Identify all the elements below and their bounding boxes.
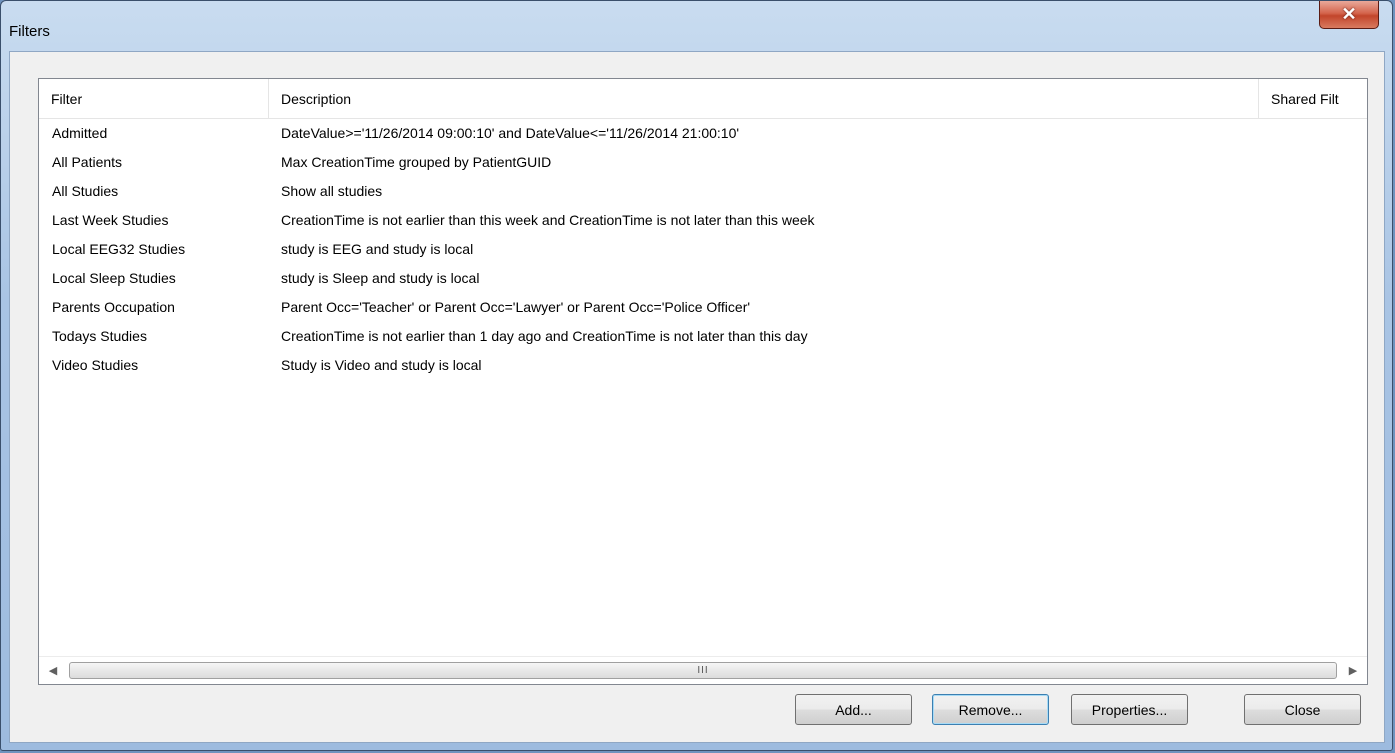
list-item[interactable]: All Patients Max CreationTime grouped by… (39, 148, 1367, 177)
column-header-description[interactable]: Description (268, 79, 1258, 118)
horizontal-scrollbar[interactable]: ◀ III ▶ (39, 656, 1367, 684)
filters-dialog: Filters ✕ Filter Description Shared Filt… (0, 0, 1393, 751)
filter-name: Local EEG32 Studies (52, 241, 186, 257)
filter-description: Show all studies (281, 183, 383, 199)
list-item[interactable]: Local EEG32 Studies study is EEG and stu… (39, 235, 1367, 264)
filter-name: Last Week Studies (52, 212, 169, 228)
filter-description: DateValue>='11/26/2014 09:00:10' and Dat… (281, 125, 740, 141)
grip-icon: III (697, 665, 709, 676)
remove-button[interactable]: Remove... (932, 694, 1049, 725)
list-item[interactable]: All Studies Show all studies (39, 177, 1367, 206)
filters-list[interactable]: Filter Description Shared Filt Admitted … (38, 78, 1368, 685)
list-item[interactable]: Admitted DateValue>='11/26/2014 09:00:10… (39, 119, 1367, 148)
title-bar: Filters ✕ (1, 1, 1392, 51)
list-item[interactable]: Local Sleep Studies study is Sleep and s… (39, 264, 1367, 293)
filter-name: All Patients (52, 154, 123, 170)
filter-name: Todays Studies (52, 328, 147, 344)
filter-name: All Studies (52, 183, 119, 199)
close-button[interactable]: Close (1244, 694, 1361, 725)
filter-description: CreationTime is not earlier than 1 day a… (281, 328, 808, 344)
scroll-left-icon[interactable]: ◀ (39, 657, 67, 684)
filter-description: study is EEG and study is local (281, 241, 474, 257)
properties-button[interactable]: Properties... (1071, 694, 1188, 725)
list-item[interactable]: Last Week Studies CreationTime is not ea… (39, 206, 1367, 235)
filter-name: Video Studies (52, 357, 139, 373)
close-window-button[interactable]: ✕ (1319, 1, 1379, 29)
filter-name: Local Sleep Studies (52, 270, 176, 286)
filter-description: Max CreationTime grouped by PatientGUID (281, 154, 552, 170)
filter-description: Study is Video and study is local (281, 357, 482, 373)
column-header-shared-filter[interactable]: Shared Filt (1258, 79, 1367, 118)
column-header-filter[interactable]: Filter (39, 79, 268, 118)
list-header: Filter Description Shared Filt (39, 79, 1367, 119)
filter-description: CreationTime is not earlier than this we… (281, 212, 815, 228)
scroll-right-icon[interactable]: ▶ (1339, 657, 1367, 684)
dialog-body: Filter Description Shared Filt Admitted … (9, 51, 1385, 743)
filter-description: Parent Occ='Teacher' or Parent Occ='Lawy… (281, 299, 751, 315)
list-item[interactable]: Parents Occupation Parent Occ='Teacher' … (39, 293, 1367, 322)
window-title: Filters (9, 23, 50, 40)
list-item[interactable]: Video Studies Study is Video and study i… (39, 351, 1367, 380)
filter-name: Admitted (52, 125, 108, 141)
add-button[interactable]: Add... (795, 694, 912, 725)
filter-description: study is Sleep and study is local (281, 270, 480, 286)
list-rows: Admitted DateValue>='11/26/2014 09:00:10… (39, 119, 1367, 380)
scrollbar-thumb[interactable]: III (69, 662, 1337, 679)
close-icon: ✕ (1341, 4, 1357, 24)
list-item[interactable]: Todays Studies CreationTime is not earli… (39, 322, 1367, 351)
filter-name: Parents Occupation (52, 299, 175, 315)
